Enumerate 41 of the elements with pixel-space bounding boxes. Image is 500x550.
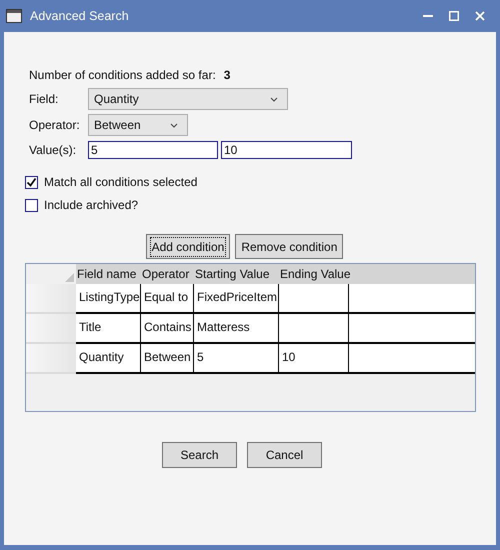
checkbox[interactable] bbox=[25, 198, 38, 212]
maximize-icon bbox=[449, 11, 459, 21]
conditions-count-label: Number of conditions added so far: bbox=[29, 67, 216, 84]
start-value-field[interactable]: 5 bbox=[88, 141, 218, 159]
table-cell: Title bbox=[76, 314, 141, 344]
table-cell: Contains bbox=[141, 314, 194, 344]
select-all-corner-icon bbox=[65, 273, 74, 282]
table-cell: Quantity bbox=[76, 344, 141, 374]
window-icon bbox=[6, 9, 22, 23]
column-header[interactable]: Field name bbox=[76, 264, 141, 284]
minimize-icon bbox=[423, 15, 433, 17]
cancel-button[interactable]: Cancel bbox=[247, 442, 322, 468]
checkbox[interactable] bbox=[25, 176, 38, 188]
window-title: Advanced Search bbox=[30, 8, 129, 25]
conditions-count-value: 3 bbox=[224, 67, 230, 84]
table-cell: 10 bbox=[279, 344, 349, 374]
operator-dropdown[interactable]: Between bbox=[88, 114, 188, 136]
table-cell: Between bbox=[141, 344, 194, 374]
search-button[interactable]: Search bbox=[162, 442, 237, 468]
checkbox-label: Include archived? bbox=[44, 197, 138, 214]
table-cell bbox=[279, 284, 349, 314]
field-label: Field: bbox=[29, 91, 60, 108]
operator-label: Operator: bbox=[29, 117, 81, 134]
field-dropdown[interactable]: Quantity bbox=[88, 88, 288, 110]
table-cell: 5 bbox=[194, 344, 279, 374]
column-header[interactable]: Starting Value bbox=[194, 264, 279, 284]
column-header[interactable]: Ending Value bbox=[279, 264, 349, 284]
table-cell: ListingType bbox=[76, 284, 141, 314]
checkbox-label: Match all conditions selected bbox=[44, 174, 198, 191]
remove-condition-button[interactable]: Remove condition bbox=[235, 234, 344, 259]
table-cell: Matteress bbox=[194, 314, 279, 344]
chevron-down-icon bbox=[270, 96, 278, 102]
add-condition-button[interactable]: Add condition bbox=[146, 234, 230, 259]
end-value-field[interactable]: 10 bbox=[221, 141, 352, 159]
column-header[interactable]: Operator bbox=[141, 264, 194, 284]
table-cell: Equal to bbox=[141, 284, 194, 314]
table-cell: FixedPriceItem bbox=[194, 284, 279, 314]
table-cell bbox=[279, 314, 349, 344]
chevron-down-icon bbox=[170, 122, 178, 128]
close-icon bbox=[475, 11, 485, 21]
values-label: Value(s): bbox=[29, 142, 78, 159]
